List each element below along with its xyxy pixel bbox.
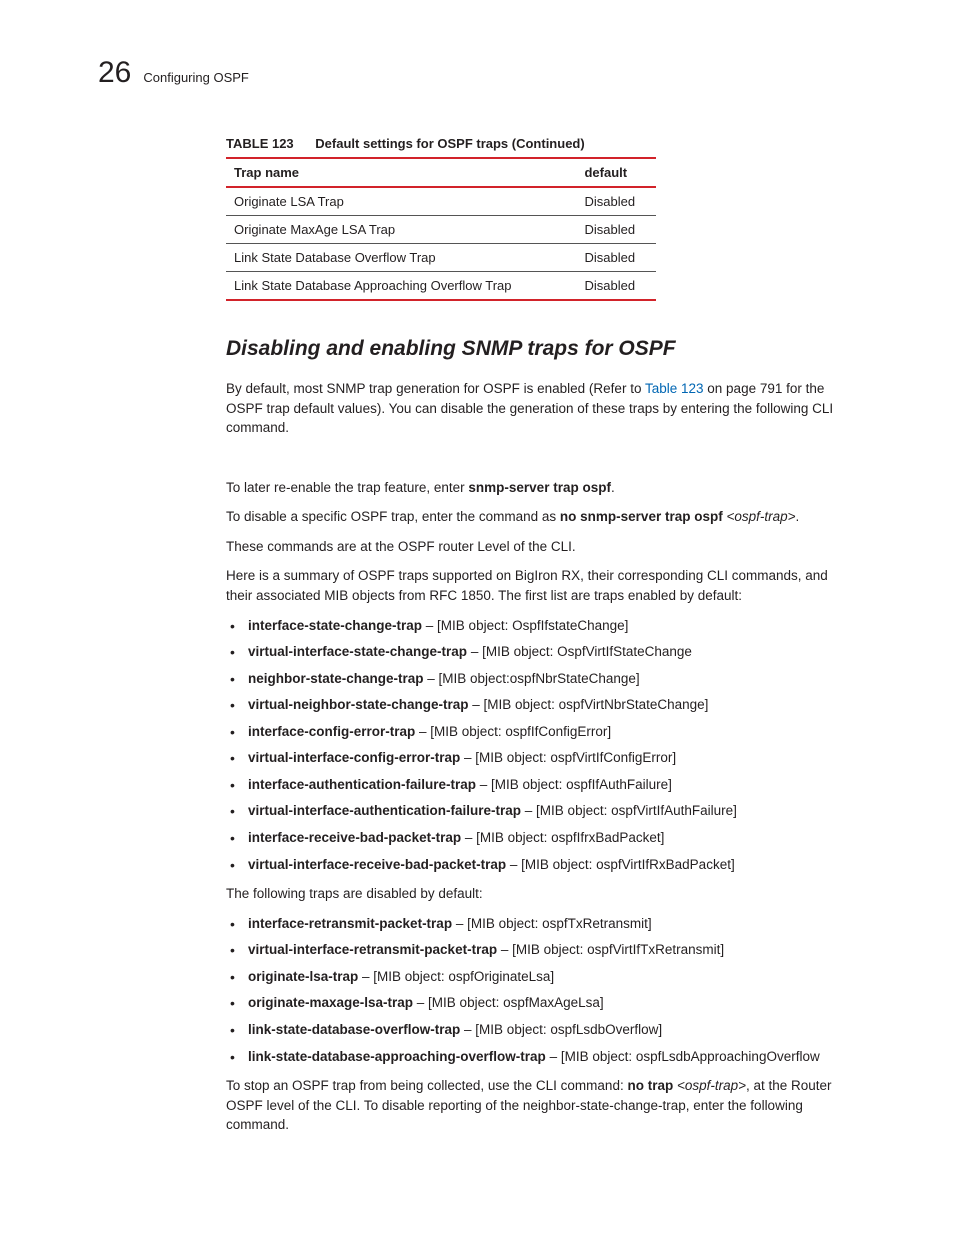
list-item: virtual-interface-config-error-trap – [M…: [248, 748, 856, 768]
list-item: neighbor-state-change-trap – [MIB object…: [248, 669, 856, 689]
table-row: Originate MaxAge LSA Trap Disabled: [226, 216, 656, 244]
trap-default-cell: Disabled: [576, 244, 656, 272]
text: By default, most SNMP trap generation fo…: [226, 381, 645, 396]
cli-command: no trap: [627, 1078, 677, 1093]
trap-mib: – [MIB object: ospfOriginateLsa]: [358, 969, 554, 984]
table-caption: TABLE 123 Default settings for OSPF trap…: [226, 136, 856, 151]
trap-cmd: virtual-interface-state-change-trap: [248, 644, 467, 659]
enabled-traps-list: interface-state-change-trap – [MIB objec…: [226, 616, 856, 875]
paragraph-intro: By default, most SNMP trap generation fo…: [226, 379, 856, 438]
traps-table: Trap name default Originate LSA Trap Dis…: [226, 157, 656, 301]
list-item: virtual-interface-receive-bad-packet-tra…: [248, 855, 856, 875]
list-item: interface-retransmit-packet-trap – [MIB …: [248, 914, 856, 934]
trap-cmd: interface-state-change-trap: [248, 618, 422, 633]
trap-mib: – [MIB object: ospfLsdbApproachingOverfl…: [546, 1049, 820, 1064]
trap-mib: – [MIB object: ospfTxRetransmit]: [452, 916, 652, 931]
text: To disable a specific OSPF trap, enter t…: [226, 509, 560, 524]
section-heading: Disabling and enabling SNMP traps for OS…: [226, 337, 856, 361]
trap-cmd: virtual-interface-authentication-failure…: [248, 803, 521, 818]
text: To stop an OSPF trap from being collecte…: [226, 1078, 627, 1093]
paragraph-stop-trap: To stop an OSPF trap from being collecte…: [226, 1076, 856, 1135]
trap-name-cell: Originate LSA Trap: [226, 187, 576, 216]
trap-mib: – [MIB object: ospfVirtIfRxBadPacket]: [506, 857, 735, 872]
trap-default-cell: Disabled: [576, 272, 656, 301]
table-row: Originate LSA Trap Disabled: [226, 187, 656, 216]
table-row: Link State Database Overflow Trap Disabl…: [226, 244, 656, 272]
paragraph-summary: Here is a summary of OSPF traps supporte…: [226, 566, 856, 605]
trap-cmd: virtual-interface-config-error-trap: [248, 750, 460, 765]
trap-mib: – [MIB object: ospfIfrxBadPacket]: [461, 830, 664, 845]
trap-default-cell: Disabled: [576, 187, 656, 216]
disabled-traps-list: interface-retransmit-packet-trap – [MIB …: [226, 914, 856, 1066]
trap-cmd: interface-retransmit-packet-trap: [248, 916, 452, 931]
paragraph-disable-specific: To disable a specific OSPF trap, enter t…: [226, 507, 856, 527]
trap-name-cell: Link State Database Overflow Trap: [226, 244, 576, 272]
trap-cmd: link-state-database-approaching-overflow…: [248, 1049, 546, 1064]
paragraph-reenable: To later re-enable the trap feature, ent…: [226, 478, 856, 498]
cli-command: no snmp-server trap ospf: [560, 509, 727, 524]
chapter-number: 26: [98, 58, 131, 88]
list-item: interface-config-error-trap – [MIB objec…: [248, 722, 856, 742]
cli-command: snmp-server trap ospf: [468, 480, 611, 495]
trap-mib: – [MIB object: ospfIfAuthFailure]: [476, 777, 672, 792]
trap-mib: – [MIB object: ospfVirtNbrStateChange]: [469, 697, 709, 712]
trap-cmd: interface-authentication-failure-trap: [248, 777, 476, 792]
list-item: originate-lsa-trap – [MIB object: ospfOr…: [248, 967, 856, 987]
trap-cmd: originate-lsa-trap: [248, 969, 358, 984]
cross-reference-link[interactable]: Table 123: [645, 381, 704, 396]
chapter-title: Configuring OSPF: [143, 70, 249, 85]
list-item: link-state-database-overflow-trap – [MIB…: [248, 1020, 856, 1040]
table-title: Default settings for OSPF traps (Continu…: [315, 136, 584, 151]
table-header-default: default: [576, 158, 656, 187]
trap-name-cell: Originate MaxAge LSA Trap: [226, 216, 576, 244]
table-header-trapname: Trap name: [226, 158, 576, 187]
list-item: virtual-neighbor-state-change-trap – [MI…: [248, 695, 856, 715]
trap-mib: – [MIB object: ospfVirtIfTxRetransmit]: [497, 942, 724, 957]
text: .: [796, 509, 800, 524]
trap-mib: – [MIB object:ospfNbrStateChange]: [424, 671, 640, 686]
table-row: Link State Database Approaching Overflow…: [226, 272, 656, 301]
trap-mib: – [MIB object: ospfVirtIfAuthFailure]: [521, 803, 737, 818]
trap-cmd: virtual-interface-receive-bad-packet-tra…: [248, 857, 506, 872]
trap-mib: – [MIB object: OspfIfstateChange]: [422, 618, 628, 633]
list-item: link-state-database-approaching-overflow…: [248, 1047, 856, 1067]
trap-name-cell: Link State Database Approaching Overflow…: [226, 272, 576, 301]
table-label: TABLE 123: [226, 136, 294, 151]
paragraph-disabled-intro: The following traps are disabled by defa…: [226, 884, 856, 904]
trap-cmd: originate-maxage-lsa-trap: [248, 995, 413, 1010]
list-item: virtual-interface-state-change-trap – [M…: [248, 642, 856, 662]
text: To later re-enable the trap feature, ent…: [226, 480, 468, 495]
cli-arg: <ospf-trap>: [677, 1078, 746, 1093]
list-item: virtual-interface-authentication-failure…: [248, 801, 856, 821]
trap-cmd: neighbor-state-change-trap: [248, 671, 424, 686]
trap-cmd: virtual-interface-retransmit-packet-trap: [248, 942, 497, 957]
trap-cmd: interface-config-error-trap: [248, 724, 415, 739]
list-item: interface-receive-bad-packet-trap – [MIB…: [248, 828, 856, 848]
cli-arg: <ospf-trap>: [726, 509, 795, 524]
list-item: virtual-interface-retransmit-packet-trap…: [248, 940, 856, 960]
trap-cmd: virtual-neighbor-state-change-trap: [248, 697, 469, 712]
list-item: originate-maxage-lsa-trap – [MIB object:…: [248, 993, 856, 1013]
trap-mib: – [MIB object: ospfVirtIfConfigError]: [460, 750, 676, 765]
list-item: interface-authentication-failure-trap – …: [248, 775, 856, 795]
trap-default-cell: Disabled: [576, 216, 656, 244]
trap-cmd: interface-receive-bad-packet-trap: [248, 830, 461, 845]
trap-mib: – [MIB object: ospfMaxAgeLsa]: [413, 995, 604, 1010]
paragraph-level: These commands are at the OSPF router Le…: [226, 537, 856, 557]
page-header: 26 Configuring OSPF: [98, 58, 856, 88]
trap-mib: – [MIB object: OspfVirtIfStateChange: [467, 644, 692, 659]
trap-cmd: link-state-database-overflow-trap: [248, 1022, 460, 1037]
text: .: [611, 480, 615, 495]
list-item: interface-state-change-trap – [MIB objec…: [248, 616, 856, 636]
trap-mib: – [MIB object: ospfLsdbOverflow]: [460, 1022, 662, 1037]
page-content: TABLE 123 Default settings for OSPF trap…: [226, 136, 856, 1135]
trap-mib: – [MIB object: ospfIfConfigError]: [415, 724, 611, 739]
page: 26 Configuring OSPF TABLE 123 Default se…: [0, 0, 954, 1185]
